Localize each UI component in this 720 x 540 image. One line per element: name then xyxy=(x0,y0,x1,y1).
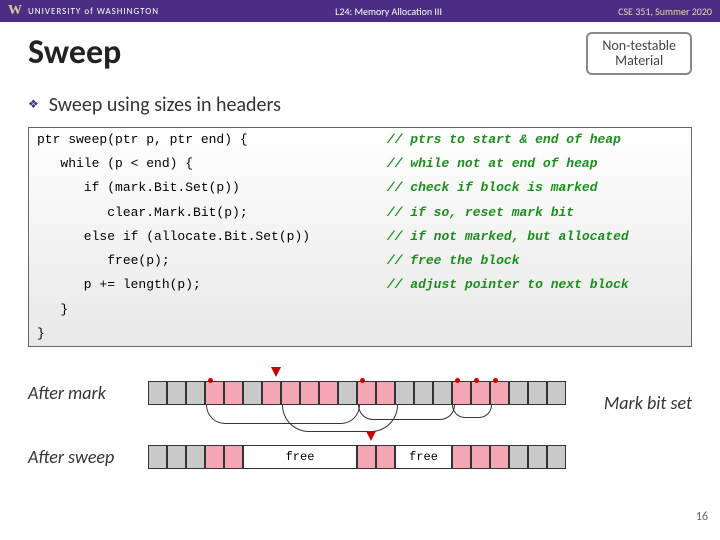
non-testable-badge: Non-testable Material xyxy=(586,32,692,75)
free-block: free xyxy=(243,445,357,469)
mark-dot-icon xyxy=(455,378,460,383)
subtitle: Sweep using sizes in headers xyxy=(49,93,281,117)
mark-dot-icon xyxy=(208,378,213,383)
uw-name: UNIVERSITY of WASHINGTON xyxy=(28,6,159,17)
uw-logo: W xyxy=(8,3,22,19)
code-l6: free(p); xyxy=(29,249,379,273)
subtitle-row: ❖ Sweep using sizes in headers xyxy=(28,93,692,117)
code-c7: // adjust pointer to next block xyxy=(379,273,691,297)
arrow-icon xyxy=(366,431,376,441)
code-c1: // ptrs to start & end of heap xyxy=(379,128,691,152)
code-block: ptr sweep(ptr p, ptr end) {// ptrs to st… xyxy=(28,127,692,347)
mark-dot-icon xyxy=(474,378,479,383)
after-sweep-row: After sweep free free xyxy=(28,445,692,469)
badge-line2: Material xyxy=(615,52,663,69)
code-c6: // free the block xyxy=(379,249,691,273)
topbar: W UNIVERSITY of WASHINGTON L24: Memory A… xyxy=(0,0,720,22)
page-title: Sweep xyxy=(28,32,121,73)
mark-bit-set-label: Mark bit set xyxy=(604,392,692,414)
code-l5: else if (allocate.Bit.Set(p)) xyxy=(29,225,379,249)
curve-icon xyxy=(358,405,455,420)
curve-icon xyxy=(452,405,492,418)
slide-number: 16 xyxy=(696,510,708,524)
code-c5: // if not marked, but allocated xyxy=(379,225,691,249)
after-mark-cells xyxy=(148,381,566,405)
code-l4: clear.Mark.Bit(p); xyxy=(29,201,379,225)
arrow-icon xyxy=(271,367,281,377)
course-label: CSE 351, Summer 2020 xyxy=(618,5,712,18)
after-mark-label: After mark xyxy=(28,382,148,404)
mark-dot-icon xyxy=(493,378,498,383)
code-c3: // check if block is marked xyxy=(379,176,691,200)
code-c2: // while not at end of heap xyxy=(379,152,691,176)
lecture-label: L24: Memory Allocation III xyxy=(335,5,442,18)
code-l8: } xyxy=(29,298,379,322)
code-l1: ptr sweep(ptr p, ptr end) { xyxy=(29,128,379,152)
after-sweep-cells: free free xyxy=(148,445,566,469)
code-l3: if (mark.Bit.Set(p)) xyxy=(29,176,379,200)
mark-dot-icon xyxy=(360,378,365,383)
code-l7: p += length(p); xyxy=(29,273,379,297)
code-c4: // if so, reset mark bit xyxy=(379,201,691,225)
code-l9: } xyxy=(29,322,379,346)
after-mark-row: After mark xyxy=(28,381,692,405)
free-block: free xyxy=(395,445,452,469)
code-l2: while (p < end) { xyxy=(29,152,379,176)
after-sweep-label: After sweep xyxy=(28,446,148,468)
bullet-icon: ❖ xyxy=(28,97,39,112)
